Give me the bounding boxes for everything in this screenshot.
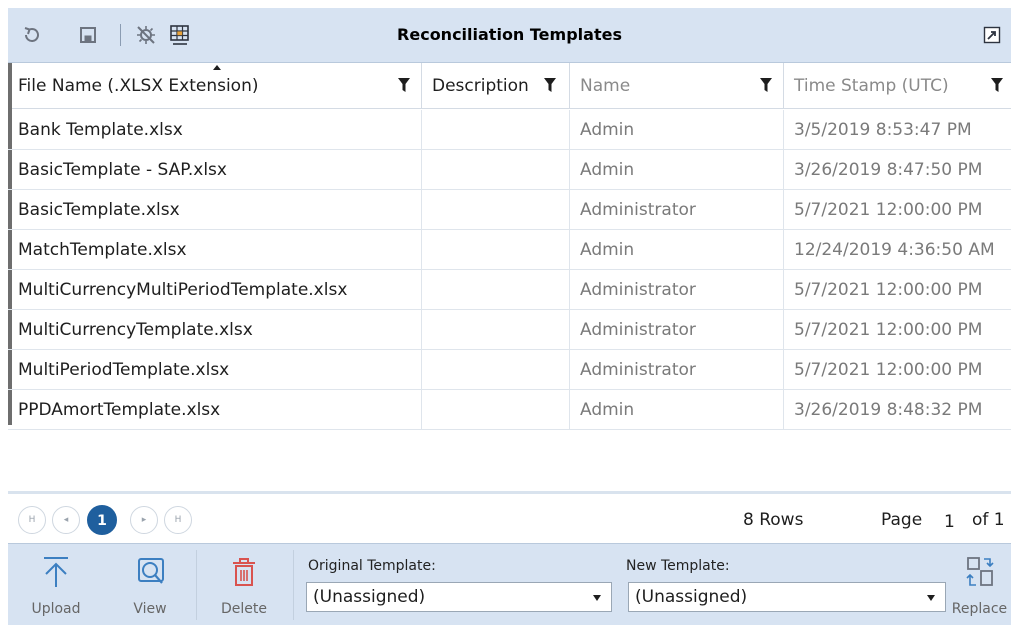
column-header-label: File Name (.XLSX Extension): [18, 76, 259, 96]
filter-icon[interactable]: [991, 78, 1003, 92]
upload-button[interactable]: Upload: [8, 544, 104, 622]
cell-name: Administrator: [570, 350, 784, 390]
toolbar-separator: [196, 550, 197, 620]
column-header-file-name[interactable]: File Name (.XLSX Extension): [8, 63, 422, 109]
view-label: View: [133, 601, 167, 617]
table-row[interactable]: BasicTemplate - SAP.xlsx Admin 3/26/2019…: [8, 150, 1011, 190]
column-header-time-stamp[interactable]: Time Stamp (UTC): [784, 63, 1011, 109]
current-page-button[interactable]: 1: [87, 505, 117, 535]
cell-file-name: BasicTemplate - SAP.xlsx: [8, 150, 422, 190]
filter-icon[interactable]: [398, 78, 410, 92]
next-page-button[interactable]: ▸: [130, 506, 158, 534]
delete-label: Delete: [221, 601, 267, 617]
table-row[interactable]: BasicTemplate.xlsx Administrator 5/7/202…: [8, 190, 1011, 230]
cell-time-stamp: 5/7/2021 12:00:00 PM: [794, 200, 983, 220]
cell-name: Admin: [570, 150, 784, 190]
chevron-down-icon: [593, 595, 601, 601]
cell-file-name: MatchTemplate.xlsx: [8, 230, 422, 270]
cell-description: [422, 190, 570, 230]
new-template-select[interactable]: (Unassigned): [628, 582, 946, 612]
cell-time-stamp: 5/7/2021 12:00:00 PM: [794, 360, 983, 380]
cell-time-stamp: 3/26/2019 8:48:32 PM: [794, 400, 983, 420]
cell-time-stamp: 5/7/2021 12:00:00 PM: [794, 280, 983, 300]
page-total: of 1: [972, 510, 1005, 530]
cell-description: [422, 350, 570, 390]
replace-button[interactable]: Replace: [948, 544, 1011, 622]
filter-icon[interactable]: [760, 78, 772, 92]
cell-description: [422, 230, 570, 270]
cell-time-stamp: 3/26/2019 8:47:50 PM: [794, 160, 983, 180]
table-row[interactable]: PPDAmortTemplate.xlsx Admin 3/26/2019 8:…: [8, 390, 1011, 430]
table-row[interactable]: MultiPeriodTemplate.xlsx Administrator 5…: [8, 350, 1011, 390]
replace-icon: [966, 557, 994, 586]
upload-label: Upload: [31, 601, 81, 617]
original-template-value: (Unassigned): [313, 587, 426, 607]
title-toolbar: Reconciliation Templates: [8, 8, 1011, 63]
grid-header: File Name (.XLSX Extension) Description …: [8, 63, 1011, 109]
new-template-value: (Unassigned): [635, 587, 748, 607]
original-template-select[interactable]: (Unassigned): [306, 582, 612, 612]
cell-file-name: Bank Template.xlsx: [8, 110, 422, 150]
cell-name: Administrator: [570, 310, 784, 350]
new-template-label: New Template:: [626, 558, 730, 574]
templates-grid: File Name (.XLSX Extension) Description …: [8, 63, 1011, 491]
last-page-button[interactable]: H: [164, 506, 192, 534]
chevron-down-icon: [927, 595, 935, 601]
cell-description: [422, 310, 570, 350]
trash-icon: [233, 558, 255, 586]
view-icon: [138, 558, 164, 584]
cell-name: Administrator: [570, 190, 784, 230]
actions-toolbar: Upload View Delete Original Template: (U…: [8, 543, 1011, 625]
cell-description: [422, 270, 570, 310]
table-row[interactable]: MultiCurrencyTemplate.xlsx Administrator…: [8, 310, 1011, 350]
window-title: Reconciliation Templates: [397, 25, 622, 44]
upload-icon: [44, 557, 68, 587]
view-button[interactable]: View: [104, 544, 196, 622]
cell-description: [422, 390, 570, 430]
cell-time-stamp: 5/7/2021 12:00:00 PM: [794, 320, 983, 340]
pager: H ◂ 1 ▸ H 8 Rows Page 1 of 1: [8, 491, 1011, 543]
cell-file-name: PPDAmortTemplate.xlsx: [8, 390, 422, 430]
cell-name: Administrator: [570, 270, 784, 310]
cell-description: [422, 110, 570, 150]
page-label: Page: [881, 510, 923, 530]
cell-file-name: MultiPeriodTemplate.xlsx: [8, 350, 422, 390]
cell-time-stamp: 12/24/2019 4:36:50 AM: [794, 240, 995, 260]
first-page-button[interactable]: H: [18, 506, 46, 534]
table-row[interactable]: MultiCurrencyMultiPeriodTemplate.xlsx Ad…: [8, 270, 1011, 310]
cell-file-name: MultiCurrencyMultiPeriodTemplate.xlsx: [8, 270, 422, 310]
cell-name: Admin: [570, 110, 784, 150]
popout-icon[interactable]: [983, 26, 1001, 44]
rows-count: 8 Rows: [743, 510, 804, 530]
cell-description: [422, 150, 570, 190]
filter-icon[interactable]: [544, 78, 556, 92]
column-header-name[interactable]: Name: [570, 63, 784, 109]
toolbar-separator: [293, 550, 294, 620]
original-template-label: Original Template:: [308, 558, 436, 574]
column-header-label: Time Stamp (UTC): [794, 76, 949, 96]
cell-name: Admin: [570, 390, 784, 430]
table-row[interactable]: Bank Template.xlsx Admin 3/5/2019 8:53:4…: [8, 110, 1011, 150]
cell-time-stamp: 3/5/2019 8:53:47 PM: [794, 120, 972, 140]
column-header-label: Description: [432, 76, 529, 96]
replace-label: Replace: [951, 601, 1008, 617]
page-number-input[interactable]: 1: [944, 512, 955, 532]
sort-ascending-icon: [213, 65, 221, 70]
delete-button[interactable]: Delete: [198, 544, 290, 622]
cell-file-name: MultiCurrencyTemplate.xlsx: [8, 310, 422, 350]
column-header-description[interactable]: Description: [422, 63, 570, 109]
cell-name: Admin: [570, 230, 784, 270]
column-header-label: Name: [580, 76, 631, 96]
previous-page-button[interactable]: ◂: [52, 506, 80, 534]
table-row[interactable]: MatchTemplate.xlsx Admin 12/24/2019 4:36…: [8, 230, 1011, 270]
cell-file-name: BasicTemplate.xlsx: [8, 190, 422, 230]
